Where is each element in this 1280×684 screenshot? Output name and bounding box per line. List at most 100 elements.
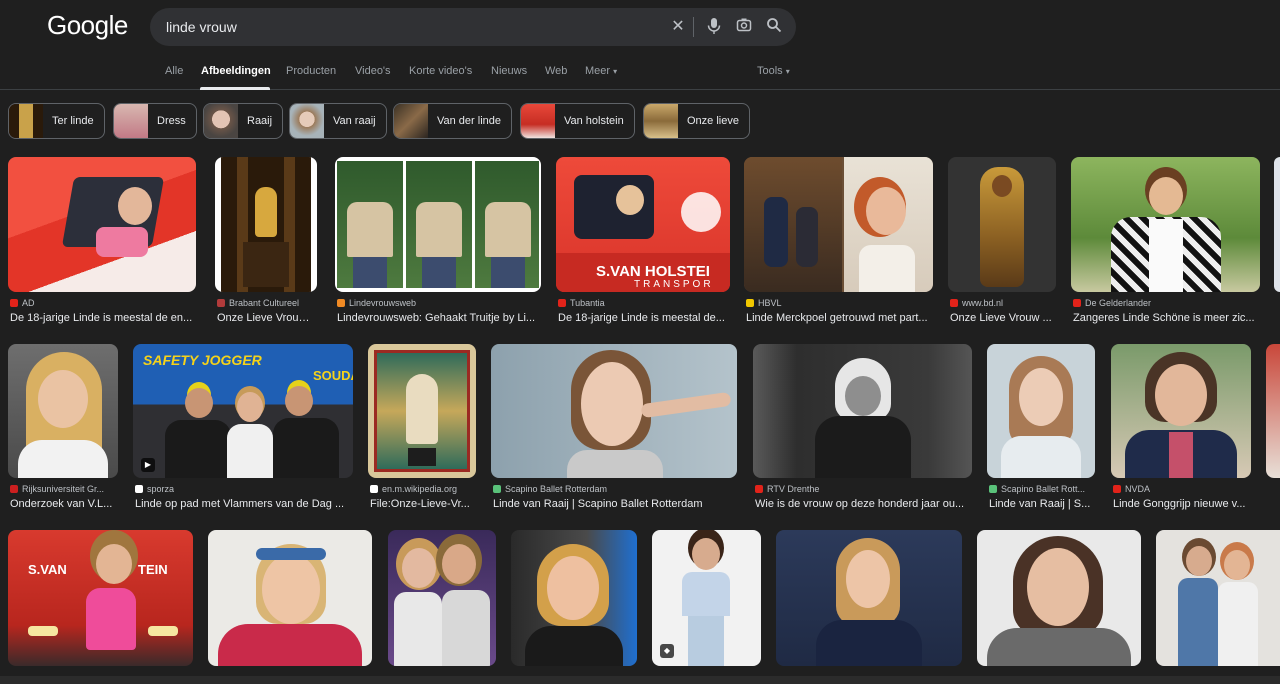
chip-van-holstein[interactable]: Van holstein	[520, 103, 635, 139]
camera-lens-icon[interactable]	[734, 17, 754, 37]
search-input[interactable]: linde vrouw	[166, 19, 237, 35]
result-thumbnail[interactable]	[977, 530, 1141, 666]
image-result[interactable]	[208, 530, 372, 666]
image-result[interactable]: www.bd.nl Onze Lieve Vrouw ...	[948, 157, 1056, 327]
microphone-icon[interactable]	[704, 17, 724, 37]
google-logo[interactable]: Google	[47, 10, 128, 41]
result-title[interactable]: Linde van Raaij | S...	[989, 498, 1095, 510]
result-title[interactable]: Lindevrouwsweb: Gehaakt Truitje by Li...	[337, 312, 541, 324]
result-thumbnail[interactable]	[8, 157, 196, 292]
tab-producten[interactable]: Producten	[286, 65, 336, 77]
chip-van-raaij[interactable]: Van raaij	[289, 103, 387, 139]
tools-button[interactable]: Tools ▾	[757, 65, 790, 77]
search-icon[interactable]	[764, 17, 784, 37]
result-title[interactable]: File:Onze-Lieve-Vr...	[370, 498, 476, 510]
chip-thumbnail	[9, 104, 43, 138]
result-thumbnail[interactable]	[744, 157, 933, 292]
image-result[interactable]: De Gelderlander Zangeres Linde Schöne is…	[1071, 157, 1260, 327]
image-result[interactable]: S.VAN HOLSTEI TRANSPOR Tubantia De 18-ja…	[556, 157, 730, 327]
chip-van-der-linde[interactable]: Van der linde	[393, 103, 513, 139]
image-result[interactable]	[388, 530, 496, 666]
result-thumbnail[interactable]: SAFETY JOGGER SOUDA	[133, 344, 353, 478]
result-source[interactable]: Brabant Cultureel	[217, 298, 317, 308]
result-source[interactable]: Scapino Ballet Rotterdam	[493, 484, 607, 494]
result-source[interactable]: Scapino Ballet Rott...	[989, 484, 1095, 494]
result-thumbnail[interactable]	[335, 157, 541, 292]
result-thumbnail[interactable]	[948, 157, 1056, 292]
image-result[interactable]: Scapino Ballet Rott... Linde van Raaij |…	[987, 344, 1095, 514]
result-source[interactable]: NVDA	[1113, 484, 1251, 494]
chip-onze-lieve[interactable]: Onze lieve	[643, 103, 750, 139]
search-box[interactable]: linde vrouw ✕	[150, 8, 796, 46]
result-source[interactable]: Rijksuniversiteit Gr...	[10, 484, 118, 494]
result-title[interactable]: Linde van Raaij | Scapino Ballet Rotterd…	[493, 498, 737, 510]
image-result[interactable]	[511, 530, 637, 666]
chip-dress[interactable]: Dress	[113, 103, 197, 139]
result-thumbnail[interactable]	[491, 344, 737, 478]
result-source[interactable]: De Gelderlander	[1073, 298, 1151, 308]
result-source[interactable]: sporza	[135, 484, 174, 494]
image-result[interactable]: NVDA Linde Gonggrijp nieuwe v...	[1111, 344, 1251, 514]
result-title[interactable]: Onderzoek van V.L...	[10, 498, 118, 510]
result-title[interactable]: Onze Lieve Vrouw ...	[217, 312, 317, 324]
image-result[interactable]: AD De 18-jarige Linde is meestal de en..…	[8, 157, 196, 327]
tab-web[interactable]: Web	[545, 65, 567, 77]
result-title[interactable]: Wie is de vrouw op deze honderd jaar ou.…	[755, 498, 972, 510]
result-title[interactable]: Zangeres Linde Schöne is meer zic...	[1073, 312, 1260, 324]
image-result[interactable]	[1156, 530, 1280, 666]
result-thumbnail[interactable]	[753, 344, 972, 478]
result-title[interactable]: Linde Gonggrijp nieuwe v...	[1113, 498, 1251, 510]
clear-icon[interactable]: ✕	[668, 17, 688, 37]
result-title[interactable]: Onze Lieve Vrouw ...	[950, 312, 1056, 324]
result-source[interactable]: AD	[10, 298, 35, 308]
tab-korte-videos[interactable]: Korte video's	[409, 65, 472, 77]
tab-alle[interactable]: Alle	[165, 65, 183, 77]
result-source[interactable]: RTV Drenthe	[755, 484, 819, 494]
result-thumbnail[interactable]	[1156, 530, 1280, 666]
result-thumbnail[interactable]	[1266, 344, 1280, 478]
result-title[interactable]: Linde op pad met Vlammers van de Dag ...	[135, 498, 353, 510]
tab-nieuws[interactable]: Nieuws	[491, 65, 527, 77]
tab-videos[interactable]: Video's	[355, 65, 391, 77]
image-result[interactable]: S.VAN TEIN	[8, 530, 193, 666]
chip-raaij[interactable]: Raaij	[203, 103, 284, 139]
result-source[interactable]: en.m.wikipedia.org	[370, 484, 476, 494]
image-result[interactable]: RTV Drenthe Wie is de vrouw op deze hond…	[753, 344, 972, 514]
result-title[interactable]: Linde Merckpoel getrouwd met part...	[746, 312, 933, 324]
result-thumbnail[interactable]	[8, 344, 118, 478]
result-title[interactable]: De 18-jarige Linde is meestal de...	[558, 312, 730, 324]
result-thumbnail[interactable]	[511, 530, 637, 666]
image-result[interactable]: Scapino Ballet Rotterdam Linde van Raaij…	[491, 344, 737, 514]
image-result[interactable]	[977, 530, 1141, 666]
image-result[interactable]	[776, 530, 962, 666]
result-thumbnail[interactable]: S.VAN TEIN	[8, 530, 193, 666]
image-result[interactable]: Rijksuniversiteit Gr... Onderzoek van V.…	[8, 344, 118, 514]
result-thumbnail[interactable]	[368, 344, 476, 478]
result-thumbnail[interactable]: S.VAN HOLSTEI TRANSPOR	[556, 157, 730, 292]
result-title[interactable]: De 18-jarige Linde is meestal de en...	[10, 312, 196, 324]
result-thumbnail[interactable]	[1111, 344, 1251, 478]
result-source[interactable]: Tubantia	[558, 298, 605, 308]
chip-ter-linde[interactable]: Ter linde	[8, 103, 105, 139]
image-result[interactable]: Lindevrouwsweb Lindevrouwsweb: Gehaakt T…	[335, 157, 541, 327]
image-result[interactable]: ◆	[652, 530, 761, 666]
result-thumbnail[interactable]	[1071, 157, 1260, 292]
image-result[interactable]: Brabant Cultureel Onze Lieve Vrouw ...	[215, 157, 317, 327]
tab-meer[interactable]: Meer ▾	[585, 65, 617, 77]
result-thumbnail[interactable]	[1274, 157, 1280, 292]
result-source[interactable]: HBVL	[746, 298, 782, 308]
image-result[interactable]: HBVL Linde Merckpoel getrouwd met part..…	[744, 157, 933, 327]
image-result[interactable]: SAFETY JOGGER SOUDA ▶ sporza Linde op pa…	[133, 344, 353, 514]
result-thumbnail[interactable]	[388, 530, 496, 666]
image-result-partial[interactable]	[1266, 344, 1280, 478]
image-result-partial[interactable]	[1274, 157, 1280, 292]
source-label: Lindevrouwsweb	[349, 298, 417, 308]
result-source[interactable]: www.bd.nl	[950, 298, 1056, 308]
result-thumbnail[interactable]	[776, 530, 962, 666]
result-source[interactable]: Lindevrouwsweb	[337, 298, 416, 308]
result-thumbnail[interactable]	[987, 344, 1095, 478]
result-thumbnail[interactable]	[215, 157, 317, 292]
image-result[interactable]: en.m.wikipedia.org File:Onze-Lieve-Vr...	[368, 344, 476, 514]
result-thumbnail[interactable]	[208, 530, 372, 666]
tab-afbeeldingen[interactable]: Afbeeldingen	[201, 65, 271, 77]
